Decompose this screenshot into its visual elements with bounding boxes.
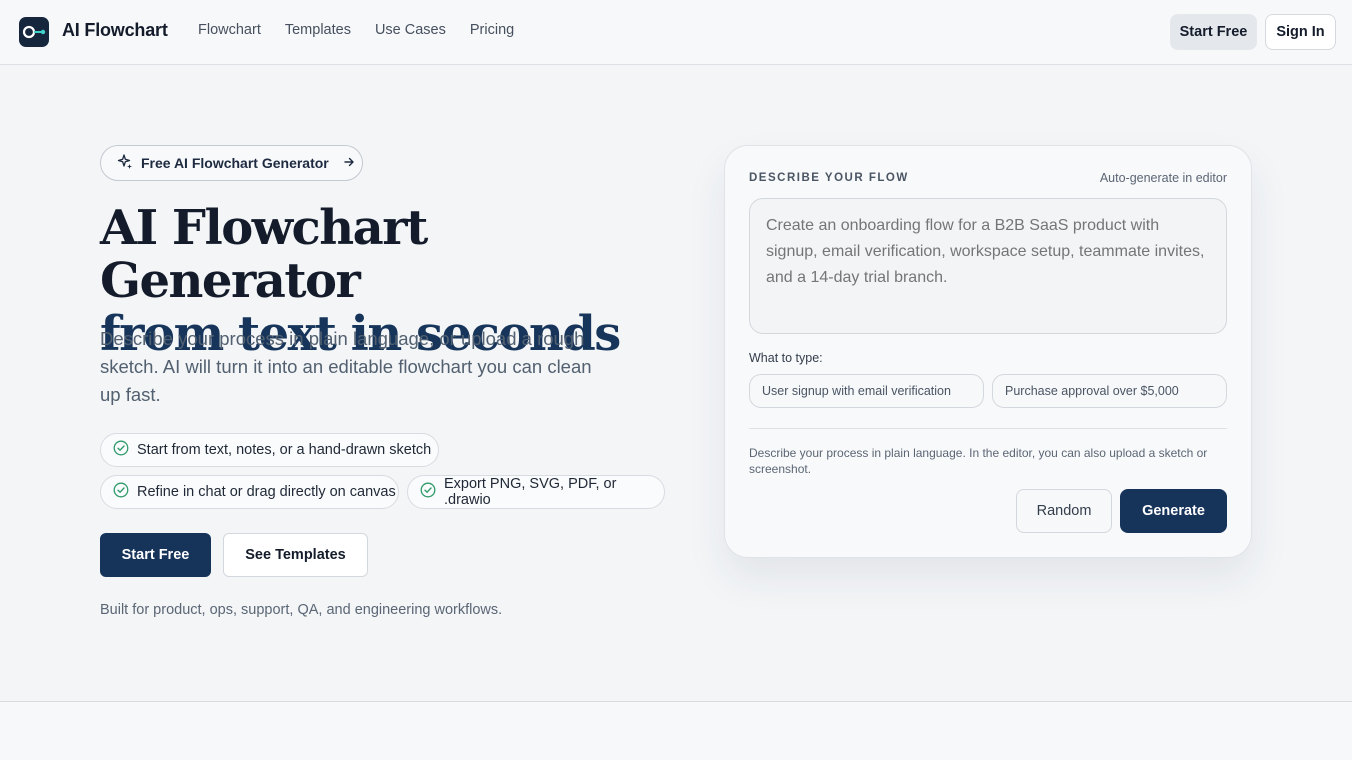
flow-description-input[interactable]	[749, 198, 1227, 334]
check-circle-icon	[420, 482, 436, 502]
what-to-type-label: What to type:	[749, 351, 823, 365]
logo-icon[interactable]	[19, 17, 49, 47]
check-circle-icon	[113, 482, 129, 502]
card-label: DESCRIBE YOUR FLOW	[749, 172, 909, 184]
feature-label: Start from text, notes, or a hand-drawn …	[137, 442, 432, 458]
nav-flowchart[interactable]: Flowchart	[198, 22, 261, 38]
generate-button[interactable]: Generate	[1120, 489, 1227, 533]
start-free-button-header[interactable]: Start Free	[1170, 14, 1257, 50]
divider	[749, 428, 1227, 429]
see-templates-button[interactable]: See Templates	[223, 533, 368, 577]
built-for-text: Built for product, ops, support, QA, and…	[100, 602, 503, 618]
feature-chip: Export PNG, SVG, PDF, or .drawio	[407, 475, 665, 509]
pill-label: Free AI Flowchart Generator	[141, 155, 329, 171]
brand-name[interactable]: AI Flowchart	[62, 20, 168, 41]
main-nav: Flowchart Templates Use Cases Pricing	[198, 22, 538, 38]
random-button[interactable]: Random	[1016, 489, 1112, 533]
feature-label: Export PNG, SVG, PDF, or .drawio	[444, 476, 617, 508]
sparkle-icon	[117, 153, 133, 173]
top-navbar: AI Flowchart Flowchart Templates Use Cas…	[0, 0, 1352, 65]
nav-use-cases[interactable]: Use Cases	[375, 22, 446, 38]
card-hint: Auto-generate in editor	[1099, 171, 1227, 185]
feature-chip: Start from text, notes, or a hand-drawn …	[100, 433, 439, 467]
start-free-button[interactable]: Start Free	[100, 533, 211, 577]
feature-label: Refine in chat or drag directly on canva…	[137, 484, 396, 500]
nav-templates[interactable]: Templates	[285, 22, 351, 38]
free-generator-pill[interactable]: Free AI Flowchart Generator	[100, 145, 363, 181]
nav-pricing[interactable]: Pricing	[470, 22, 514, 38]
card-note: Describe your process in plain language.…	[749, 446, 1208, 476]
sign-in-button[interactable]: Sign In	[1265, 14, 1336, 50]
suggestion-chip[interactable]: User signup with email verification	[749, 374, 984, 408]
hero-description: Describe your process in plain language,…	[100, 328, 592, 405]
suggestion-chip[interactable]: Purchase approval over $5,000	[992, 374, 1227, 408]
arrow-right-icon	[343, 155, 355, 171]
hero-title-line-1: AI Flowchart Generator	[100, 200, 428, 309]
feature-chip: Refine in chat or drag directly on canva…	[100, 475, 399, 509]
check-circle-icon	[113, 440, 129, 460]
next-section	[0, 702, 1352, 760]
describe-flow-card: DESCRIBE YOUR FLOW Auto-generate in edit…	[724, 145, 1252, 558]
